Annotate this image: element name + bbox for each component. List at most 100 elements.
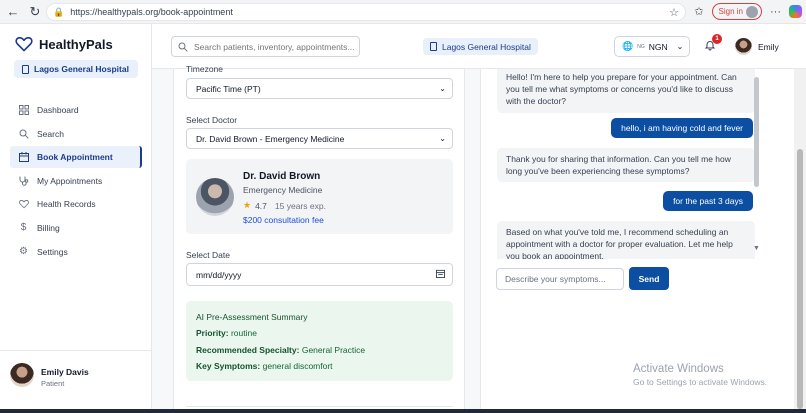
back-icon[interactable]: ← xyxy=(4,3,22,21)
summary-priority: Priority: routine xyxy=(196,328,257,338)
sidebar-item-label: My Appointments xyxy=(37,175,103,186)
doctor-select[interactable]: Dr. David Brown - Emergency Medicine ⌄ xyxy=(186,128,453,149)
sidebar-item-book-appointment[interactable]: Book Appointment xyxy=(10,146,142,169)
specialty-value: General Practice xyxy=(301,345,366,355)
ai-summary: AI Pre-Assessment Summary Priority: rout… xyxy=(186,301,453,381)
doctor-rating: ★ 4.7 15 years exp. xyxy=(243,200,326,211)
sign-in-label: Sign in xyxy=(718,7,743,16)
scroll-down-icon[interactable]: ▼ xyxy=(753,245,760,252)
notification-badge: 1 xyxy=(712,34,722,44)
activate-windows-watermark: Activate Windows Go to Settings to activ… xyxy=(633,363,767,387)
search-icon xyxy=(18,128,29,139)
sidebar-item-health-records[interactable]: Health Records xyxy=(10,193,142,215)
sidebar-item-label: Settings xyxy=(37,246,68,257)
doctor-select-value: Dr. David Brown - Emergency Medicine xyxy=(196,133,345,144)
booking-form: Timezone Pacific Time (PT) ⌄ Select Doct… xyxy=(173,64,465,413)
symptoms-value: general discomfort xyxy=(262,361,333,371)
sidebar-user[interactable]: Emily Davis Patient xyxy=(0,350,151,413)
sidebar-item-label: Book Appointment xyxy=(37,152,113,163)
ai-message: Thank you for sharing that information. … xyxy=(497,148,755,183)
ai-message: Hello! I'm here to help you prepare for … xyxy=(497,69,755,113)
consultation-fee: $200 consultation fee xyxy=(243,215,324,225)
currency-value: NGN xyxy=(648,41,668,52)
favorite-star-icon[interactable]: ☆ xyxy=(669,6,679,19)
timezone-label: Timezone xyxy=(186,64,224,74)
chat-scrollbar[interactable] xyxy=(754,77,759,187)
user-message: for the past 3 days xyxy=(663,191,753,211)
avatar[interactable] xyxy=(735,38,752,55)
header-user-name[interactable]: Emily xyxy=(758,42,779,52)
url-text: https://healthypals.org/book-appointment xyxy=(70,7,233,17)
ai-message: Based on what you've told me, I recommen… xyxy=(497,221,755,259)
user-role: Patient xyxy=(41,379,65,388)
search-box[interactable] xyxy=(171,36,360,57)
hospital-icon xyxy=(22,64,29,74)
sidebar: HealthyPals Lagos General Hospital Dashb… xyxy=(0,24,152,413)
experience: 15 years exp. xyxy=(274,200,326,211)
divider xyxy=(186,406,453,407)
chevron-down-icon: ⌄ xyxy=(439,84,446,93)
chat-messages[interactable]: Hello! I'm here to help you prepare for … xyxy=(481,69,761,259)
top-header: Lagos General Hospital 🌐 NG NGN ⌄ 1 Emil… xyxy=(152,24,806,69)
grid-icon xyxy=(18,105,29,116)
scrollbar-thumb[interactable] xyxy=(797,149,803,409)
rating-value: 4.7 xyxy=(255,200,267,211)
search-icon xyxy=(178,42,188,52)
timezone-value: Pacific Time (PT) xyxy=(196,83,261,94)
hospital-badge-label: Lagos General Hospital xyxy=(442,41,531,52)
doctor-card: Dr. David Brown Emergency Medicine ★ 4.7… xyxy=(186,159,453,234)
currency-selector[interactable]: 🌐 NG NGN ⌄ xyxy=(614,36,690,57)
date-input[interactable]: mm/dd/yyyy xyxy=(186,263,453,286)
sidebar-item-my-appointments[interactable]: My Appointments xyxy=(10,170,142,192)
taskbar xyxy=(0,409,806,413)
user-message: hello, i am having cold and fever xyxy=(611,118,753,138)
sidebar-item-label: Health Records xyxy=(37,199,96,210)
hospital-chip: Lagos General Hospital xyxy=(14,60,138,78)
search-input[interactable] xyxy=(194,41,354,52)
priority-value: routine xyxy=(230,328,257,338)
address-bar[interactable]: 🔒 https://healthypals.org/book-appointme… xyxy=(46,3,686,21)
watermark-line1: Activate Windows xyxy=(633,363,724,375)
brand-logo[interactable]: HealthyPals xyxy=(15,36,113,52)
timezone-select[interactable]: Pacific Time (PT) ⌄ xyxy=(186,78,453,99)
sidebar-item-billing[interactable]: $ Billing xyxy=(10,217,142,239)
summary-symptoms: Key Symptoms: general discomfort xyxy=(196,361,333,371)
sidebar-item-dashboard[interactable]: Dashboard xyxy=(10,99,142,121)
sidebar-item-label: Dashboard xyxy=(37,105,79,115)
sign-in-button[interactable]: Sign in xyxy=(711,3,762,20)
symptoms-label: Key Symptoms: xyxy=(196,361,261,371)
sidebar-item-label: Search xyxy=(37,128,64,139)
doctor-label: Select Doctor xyxy=(186,115,238,125)
globe-icon: 🌐 xyxy=(622,41,634,51)
specialty-label: Recommended Specialty: xyxy=(196,345,300,355)
chevron-down-icon: ⌄ xyxy=(676,42,684,51)
heart-icon xyxy=(18,199,29,210)
calendar-icon xyxy=(18,152,29,163)
profile-avatar-icon xyxy=(746,5,758,18)
stethoscope-icon xyxy=(18,175,29,186)
copilot-icon[interactable] xyxy=(789,5,802,18)
send-button[interactable]: Send xyxy=(629,267,669,290)
sidebar-item-search[interactable]: Search xyxy=(10,123,142,145)
brand-name: HealthyPals xyxy=(39,36,113,52)
favorites-icon[interactable]: ✩ xyxy=(694,5,703,18)
page-scrollbar[interactable] xyxy=(794,69,806,413)
sidebar-item-label: Billing xyxy=(37,222,60,233)
date-placeholder: mm/dd/yyyy xyxy=(196,269,242,280)
hospital-badge: Lagos General Hospital xyxy=(423,38,538,55)
dollar-icon: $ xyxy=(20,222,27,234)
reload-icon[interactable]: ↻ xyxy=(26,3,44,21)
date-label: Select Date xyxy=(186,250,230,260)
chevron-down-icon: ⌄ xyxy=(439,134,446,143)
doctor-specialty: Emergency Medicine xyxy=(243,185,323,195)
chat-panel: Hello! I'm here to help you prepare for … xyxy=(480,69,806,413)
calendar-icon[interactable] xyxy=(436,269,445,280)
doctor-photo xyxy=(196,178,234,216)
sidebar-item-settings[interactable]: ⚙ Settings xyxy=(10,241,142,263)
browser-toolbar: ← ↻ 🔒 https://healthypals.org/book-appoi… xyxy=(0,0,806,24)
more-options-icon[interactable]: ··· xyxy=(770,6,781,18)
symptom-input[interactable]: Describe your symptoms... xyxy=(496,268,624,290)
hospital-name: Lagos General Hospital xyxy=(34,64,129,74)
hospital-icon xyxy=(430,42,437,51)
lock-icon: 🔒 xyxy=(53,6,65,17)
